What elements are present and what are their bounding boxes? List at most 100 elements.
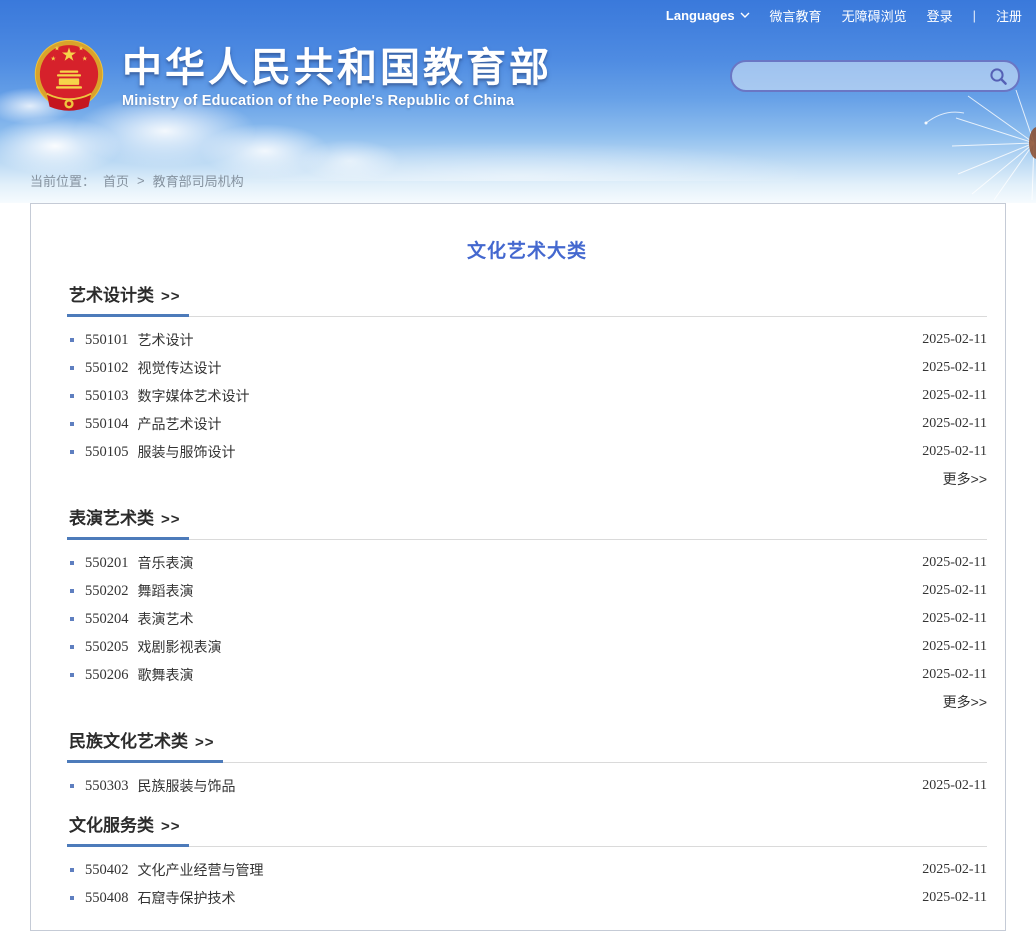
list-item[interactable]: 550202 舞蹈表演 2025-02-11 (67, 577, 987, 605)
bullet-icon (70, 589, 74, 593)
register-link[interactable]: 注册 (996, 6, 1022, 25)
section-cultural-services: 文化服务类 >> 550402 文化产业经营与管理 2025-02-11 5504… (67, 817, 987, 912)
chevron-down-icon (740, 12, 750, 18)
item-code: 550408 (85, 890, 129, 907)
list-item[interactable]: 550103 数字媒体艺术设计 2025-02-11 (67, 382, 987, 410)
section-title-arrows: >> (195, 734, 215, 751)
bullet-icon (70, 617, 74, 621)
item-date: 2025-02-11 (922, 611, 987, 627)
list-item[interactable]: 550204 表演艺术 2025-02-11 (67, 605, 987, 633)
item-link[interactable]: 产品艺术设计 (138, 414, 222, 434)
section-title: 文化服务类 (69, 816, 154, 835)
section-ethnic-culture-arts: 民族文化艺术类 >> 550303 民族服装与饰品 2025-02-11 (67, 733, 987, 800)
item-date: 2025-02-11 (922, 778, 987, 794)
section-title-link[interactable]: 民族文化艺术类 >> (67, 733, 223, 763)
item-code: 550303 (85, 778, 129, 795)
list-item[interactable]: 550408 石窟寺保护技术 2025-02-11 (67, 884, 987, 912)
list-item[interactable]: 550205 戏剧影视表演 2025-02-11 (67, 633, 987, 661)
breadcrumb-separator: > (137, 173, 145, 188)
search-button[interactable] (988, 66, 1008, 86)
item-link[interactable]: 表演艺术 (138, 609, 194, 629)
item-code: 550201 (85, 555, 129, 572)
item-code: 550103 (85, 388, 129, 405)
list-item[interactable]: 550102 视觉传达设计 2025-02-11 (67, 354, 987, 382)
more-link[interactable]: 更多>> (943, 471, 987, 487)
list-item[interactable]: 550101 艺术设计 2025-02-11 (67, 326, 987, 354)
list-item[interactable]: 550303 民族服装与饰品 2025-02-11 (67, 772, 987, 800)
list-item[interactable]: 550201 音乐表演 2025-02-11 (67, 549, 987, 577)
section-title-arrows: >> (161, 288, 181, 305)
item-link[interactable]: 服装与服饰设计 (138, 442, 236, 462)
list-item[interactable]: 550105 服装与服饰设计 2025-02-11 (67, 438, 987, 466)
bullet-icon (70, 784, 74, 788)
item-date: 2025-02-11 (922, 890, 987, 906)
section-title-link[interactable]: 表演艺术类>> (67, 510, 189, 540)
item-code: 550402 (85, 862, 129, 879)
section-header: 艺术设计类 >> (67, 287, 987, 317)
item-code: 550104 (85, 416, 129, 433)
item-link[interactable]: 舞蹈表演 (138, 581, 194, 601)
list-item[interactable]: 550104 产品艺术设计 2025-02-11 (67, 410, 987, 438)
site-title: 中华人民共和国教育部 (122, 46, 552, 90)
item-link[interactable]: 戏剧影视表演 (138, 637, 222, 657)
item-link[interactable]: 歌舞表演 (138, 665, 194, 685)
bullet-icon (70, 673, 74, 677)
section-title-link[interactable]: 文化服务类 >> (67, 817, 189, 847)
bullet-icon (70, 896, 74, 900)
section-title: 民族文化艺术类 (69, 732, 188, 751)
weiyan-education-link[interactable]: 微言教育 (770, 6, 822, 25)
search-icon (989, 67, 1008, 86)
item-date: 2025-02-11 (922, 555, 987, 571)
section-header: 文化服务类 >> (67, 817, 987, 847)
item-link[interactable]: 数字媒体艺术设计 (138, 386, 250, 406)
site-subtitle: Ministry of Education of the People's Re… (122, 93, 552, 109)
site-header: Languages 微言教育 无障碍浏览 登录 | 注册 (0, 0, 1036, 203)
more-link[interactable]: 更多>> (943, 694, 987, 710)
item-date: 2025-02-11 (922, 388, 987, 404)
item-code: 550102 (85, 360, 129, 377)
breadcrumb-current-link[interactable]: 教育部司局机构 (153, 171, 244, 190)
list-item[interactable]: 550206 歌舞表演 2025-02-11 (67, 661, 987, 689)
section-title: 艺术设计类 (69, 286, 154, 305)
item-code: 550205 (85, 639, 129, 656)
item-date: 2025-02-11 (922, 416, 987, 432)
breadcrumb-home-link[interactable]: 首页 (103, 171, 129, 190)
topbar-divider: | (973, 8, 976, 23)
section-title-arrows: >> (161, 818, 181, 835)
section-header: 表演艺术类>> (67, 510, 987, 540)
login-link[interactable]: 登录 (927, 6, 953, 25)
section-title: 表演艺术类 (69, 509, 154, 528)
item-link[interactable]: 视觉传达设计 (138, 358, 222, 378)
item-code: 550101 (85, 332, 129, 349)
item-code: 550105 (85, 444, 129, 461)
site-brand[interactable]: 中华人民共和国教育部 Ministry of Education of the … (32, 36, 552, 118)
breadcrumb: 当前位置： 首页 > 教育部司局机构 (30, 171, 244, 190)
search-input[interactable] (746, 63, 988, 89)
bullet-icon (70, 868, 74, 872)
item-link[interactable]: 石窟寺保护技术 (138, 888, 236, 908)
breadcrumb-label: 当前位置： (30, 171, 95, 190)
list-item[interactable]: 550402 文化产业经营与管理 2025-02-11 (67, 856, 987, 884)
item-date: 2025-02-11 (922, 667, 987, 683)
accessibility-link[interactable]: 无障碍浏览 (842, 6, 907, 25)
content-panel: 文化艺术大类 艺术设计类>> 550101 艺术设计 2025-02-11 55… (30, 203, 1006, 931)
item-link[interactable]: 艺术设计 (138, 330, 194, 350)
dandelion-decoration (906, 88, 1036, 203)
item-link[interactable]: 民族服装与饰品 (138, 776, 236, 796)
bullet-icon (70, 645, 74, 649)
item-date: 2025-02-11 (922, 360, 987, 376)
section-title-link[interactable]: 艺术设计类 >> (67, 287, 189, 317)
bullet-icon (70, 366, 74, 370)
item-code: 550206 (85, 667, 129, 684)
item-link[interactable]: 音乐表演 (138, 553, 194, 573)
search-box[interactable] (730, 60, 1020, 92)
bullet-icon (70, 450, 74, 454)
item-code: 550202 (85, 583, 129, 600)
item-link[interactable]: 文化产业经营与管理 (138, 860, 264, 880)
section-art-design: 艺术设计类 >> 550101 艺术设计 2025-02-11 550102 视觉… (67, 287, 987, 493)
item-date: 2025-02-11 (922, 862, 987, 878)
item-date: 2025-02-11 (922, 639, 987, 655)
section-header: 民族文化艺术类 >> (67, 733, 987, 763)
languages-menu[interactable]: Languages (666, 8, 750, 23)
item-date: 2025-02-11 (922, 444, 987, 460)
